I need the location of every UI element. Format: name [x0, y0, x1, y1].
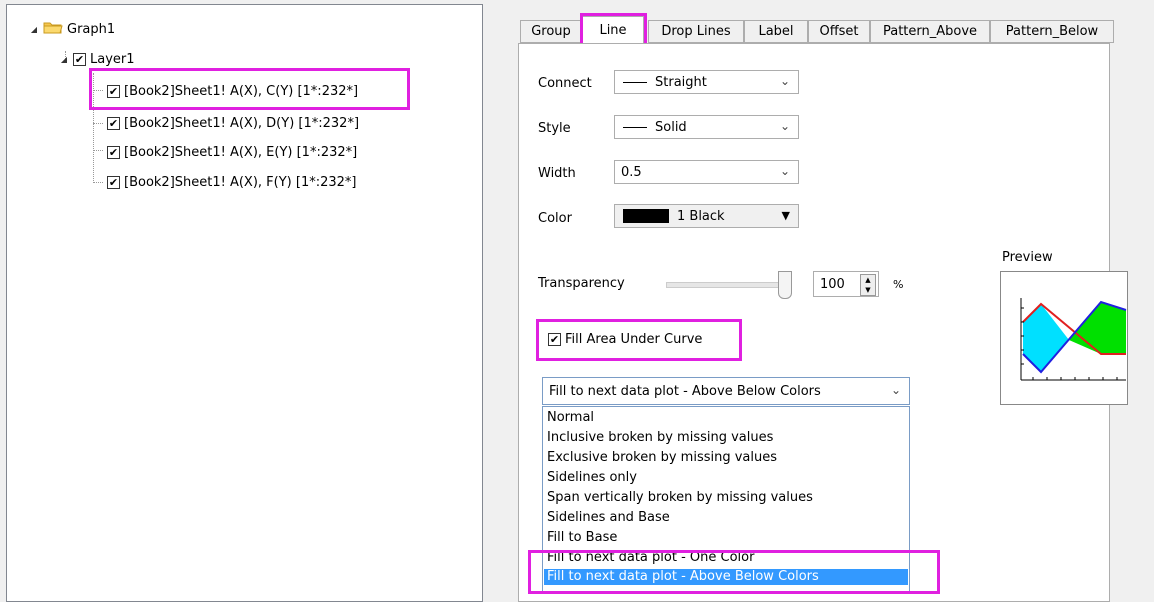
line-sample-icon — [623, 126, 647, 128]
tree-connector — [93, 182, 103, 183]
folder-icon — [43, 20, 63, 38]
percent-label: % — [893, 278, 904, 291]
tab-drop-lines[interactable]: Drop Lines — [648, 20, 744, 43]
preview-label: Preview — [1002, 250, 1053, 265]
tab-label[interactable]: Label — [744, 20, 808, 43]
connect-select[interactable]: Straight ⌄ — [614, 70, 799, 94]
spin-arrows-icon[interactable]: ▲ ▼ — [860, 274, 876, 296]
color-value: 1 Black — [677, 208, 725, 224]
tree-item-plot[interactable]: ✔ [Book2]Sheet1! A(X), E(Y) [1*:232*] — [103, 142, 357, 162]
style-select[interactable]: Solid ⌄ — [614, 115, 799, 139]
highlight-box — [89, 68, 410, 110]
tree-item-layer1[interactable]: ◢ ✔ Layer1 — [59, 49, 135, 69]
list-item[interactable]: Sidelines and Base — [547, 510, 670, 526]
preview-graphic — [1020, 298, 1127, 381]
transparency-slider-thumb[interactable] — [778, 271, 792, 299]
chevron-down-icon: ⌄ — [779, 74, 790, 88]
transparency-label: Transparency — [538, 276, 625, 291]
list-item[interactable]: Span vertically broken by missing values — [547, 490, 813, 506]
tab-group[interactable]: Group — [520, 20, 582, 43]
color-label: Color — [538, 211, 572, 226]
tree-item-plot[interactable]: ✔ [Book2]Sheet1! A(X), D(Y) [1*:232*] — [103, 113, 359, 133]
chevron-down-icon: ⌄ — [890, 383, 901, 397]
width-input[interactable]: 0.5 ⌄ — [614, 160, 799, 184]
tree-label: Layer1 — [90, 51, 135, 67]
plot-checkbox[interactable]: ✔ — [107, 145, 120, 159]
tree-item-graph1[interactable]: ◢ Graph1 — [29, 19, 115, 39]
width-value: 0.5 — [621, 164, 642, 180]
color-select[interactable]: 1 Black ▼ — [614, 204, 799, 228]
line-sample-icon — [623, 81, 647, 83]
dropdown-arrow-icon: ▼ — [781, 209, 790, 222]
tree-connector — [93, 123, 103, 124]
tab-pattern-above[interactable]: Pattern_Above — [870, 20, 990, 43]
highlight-box — [536, 319, 742, 361]
tree-label: [Book2]Sheet1! A(X), F(Y) [1*:232*] — [124, 174, 357, 190]
tree-connector — [93, 150, 103, 151]
collapse-arrow-icon[interactable]: ◢ — [59, 54, 69, 64]
tree-item-plot[interactable]: ✔ [Book2]Sheet1! A(X), F(Y) [1*:232*] — [103, 172, 356, 192]
style-label: Style — [538, 121, 571, 136]
collapse-arrow-icon[interactable]: ◢ — [29, 24, 39, 34]
color-swatch — [623, 209, 669, 223]
chevron-down-icon: ⌄ — [779, 164, 790, 178]
chevron-down-icon: ⌄ — [779, 119, 790, 133]
plot-checkbox[interactable]: ✔ — [107, 175, 120, 189]
tree-label: [Book2]Sheet1! A(X), D(Y) [1*:232*] — [124, 115, 360, 131]
list-item[interactable]: Fill to Base — [547, 530, 617, 546]
list-item[interactable]: Inclusive broken by missing values — [547, 430, 773, 446]
transparency-value: 100 — [820, 276, 845, 292]
tab-pattern-below[interactable]: Pattern_Below — [990, 20, 1114, 43]
transparency-slider-track[interactable] — [666, 282, 792, 288]
transparency-spinner[interactable]: 100 ▲ ▼ — [813, 271, 879, 297]
tree-label: [Book2]Sheet1! A(X), E(Y) [1*:232*] — [124, 144, 358, 160]
style-value: Solid — [655, 119, 687, 135]
highlight-box — [580, 13, 647, 47]
list-item[interactable]: Sidelines only — [547, 470, 637, 486]
connect-value: Straight — [655, 74, 707, 90]
highlight-box — [528, 550, 940, 594]
fill-mode-value: Fill to next data plot - Above Below Col… — [549, 383, 821, 399]
width-label: Width — [538, 166, 576, 181]
list-item[interactable]: Exclusive broken by missing values — [547, 450, 777, 466]
fill-mode-select[interactable]: Fill to next data plot - Above Below Col… — [542, 377, 910, 405]
list-item[interactable]: Normal — [547, 410, 594, 426]
layer-checkbox[interactable]: ✔ — [73, 52, 86, 66]
tree-label: Graph1 — [67, 21, 116, 37]
tab-offset[interactable]: Offset — [808, 20, 870, 43]
preview-image — [1000, 271, 1128, 405]
connect-label: Connect — [538, 76, 592, 91]
plot-checkbox[interactable]: ✔ — [107, 116, 120, 130]
